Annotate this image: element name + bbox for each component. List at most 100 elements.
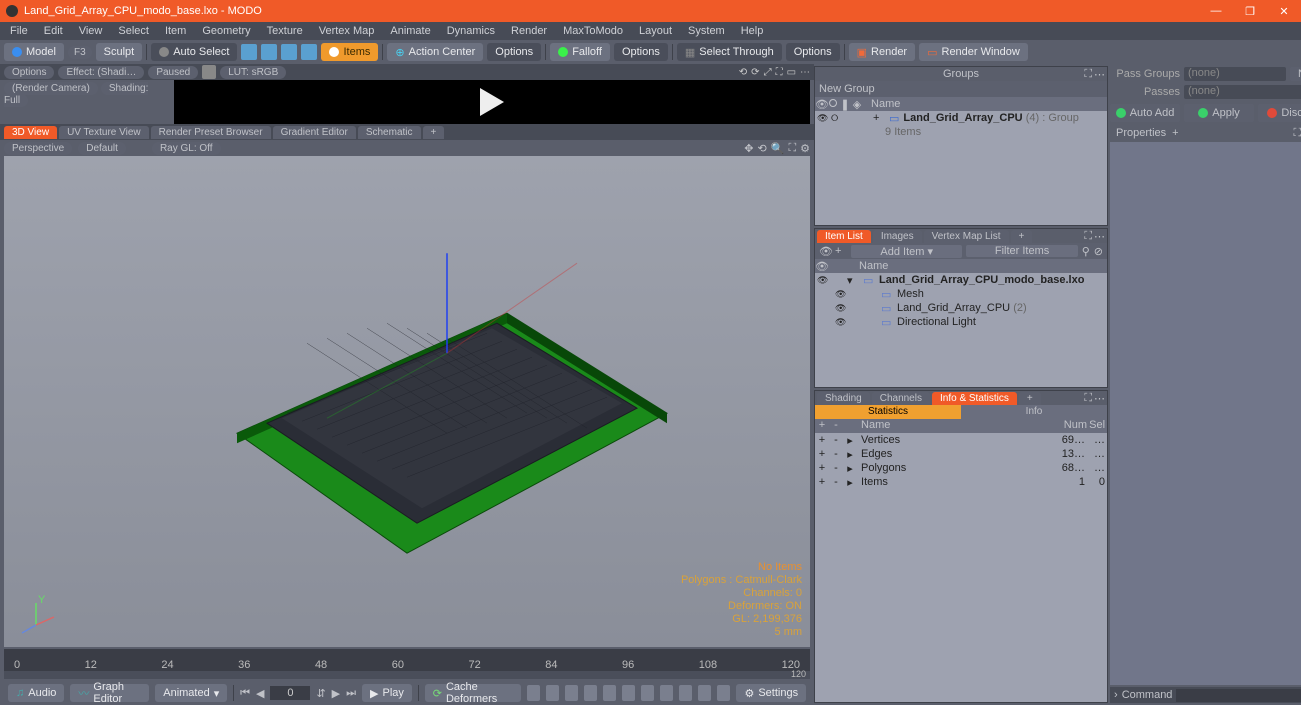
menu-file[interactable]: File	[4, 25, 34, 37]
vp-rotate-icon[interactable]: ⟲	[758, 142, 767, 155]
panel-menu-icon[interactable]: ⋯	[1094, 230, 1105, 243]
render-window-button[interactable]: ▭Render Window	[919, 43, 1028, 61]
stat-row[interactable]: +-▸Vertices69……	[815, 433, 1107, 447]
tool-icon-9[interactable]	[679, 685, 692, 701]
minimize-button[interactable]: —	[1205, 5, 1227, 18]
vp-tab-schematic[interactable]: Schematic	[358, 126, 421, 139]
vp-tab-3d-view[interactable]: 3D View	[4, 126, 57, 139]
tool-icon-2[interactable]	[546, 685, 559, 701]
preview-lut-dropdown[interactable]: LUT: sRGB	[220, 66, 286, 79]
panel-expand-icon[interactable]: ⛶	[1084, 68, 1092, 81]
vp-tab-gradient-editor[interactable]: Gradient Editor	[273, 126, 356, 139]
info-tab-1[interactable]: Channels	[872, 392, 930, 405]
menu-edit[interactable]: Edit	[38, 25, 69, 37]
group-child-row[interactable]: 9 Items	[815, 125, 1107, 139]
current-frame-field[interactable]	[270, 686, 310, 700]
menu-animate[interactable]: Animate	[384, 25, 436, 37]
preview-options-button[interactable]: Options	[4, 66, 54, 79]
tool-icon-7[interactable]	[641, 685, 654, 701]
stat-row[interactable]: +-▸Polygons68……	[815, 461, 1107, 475]
tool-icon-10[interactable]	[698, 685, 711, 701]
tool-icon-1[interactable]	[527, 685, 540, 701]
menu-render[interactable]: Render	[505, 25, 553, 37]
menu-view[interactable]: View	[73, 25, 109, 37]
preview-fit-icon[interactable]: ⤢	[764, 67, 772, 78]
vp-gear-icon[interactable]: ⚙	[800, 142, 810, 155]
info-tab-0[interactable]: Shading	[817, 392, 870, 405]
props-expand-icon[interactable]: ⛶	[1293, 127, 1301, 140]
panel-menu-icon[interactable]: ⋯	[1094, 68, 1105, 81]
vp-move-icon[interactable]: ✥	[744, 142, 753, 155]
items-mode-button[interactable]: Items	[321, 43, 378, 61]
model-mode-button[interactable]: Model	[4, 43, 64, 61]
polygon-mode-icon[interactable]	[281, 44, 297, 60]
new-group-button[interactable]: New Group	[819, 83, 875, 95]
graph-editor-button[interactable]: 〰Graph Editor	[70, 684, 149, 702]
filter-icon[interactable]: ⚲	[1082, 245, 1090, 258]
go-start-icon[interactable]: ⏮	[240, 687, 250, 700]
preview-expand-icon[interactable]: ⛶	[776, 67, 783, 78]
menu-geometry[interactable]: Geometry	[196, 25, 256, 37]
stat-row[interactable]: +-▸Items10	[815, 475, 1107, 489]
discard-button[interactable]: Discard	[1258, 104, 1301, 122]
item-add-icon[interactable]: +	[835, 245, 847, 257]
tool-icon-6[interactable]	[622, 685, 635, 701]
menu-vertex-map[interactable]: Vertex Map	[313, 25, 381, 37]
options-button-3[interactable]: Options	[786, 43, 840, 61]
preview-refresh-icon[interactable]: ⟳	[751, 67, 759, 78]
panel-menu-icon[interactable]: ⋯	[1094, 392, 1105, 405]
tool-icon-11[interactable]	[717, 685, 730, 701]
tool-icon-4[interactable]	[584, 685, 597, 701]
auto-add-button[interactable]: Auto Add	[1110, 104, 1180, 122]
preview-paused-button[interactable]: Paused	[148, 66, 198, 79]
settings-button[interactable]: ⚙ Settings	[736, 684, 806, 702]
maximize-button[interactable]: ❐	[1239, 5, 1261, 18]
itemlist-tab-3[interactable]: +	[1011, 230, 1033, 243]
edge-mode-icon[interactable]	[261, 44, 277, 60]
add-item-dropdown[interactable]: Add Item ▾	[851, 245, 962, 258]
select-through-button[interactable]: ▦Select Through	[677, 43, 782, 61]
lock-col-icon[interactable]: ⭘	[827, 98, 839, 111]
close-button[interactable]: ✕	[1273, 5, 1295, 18]
play-button[interactable]: ▶ Play	[362, 684, 412, 702]
vis-col-icon[interactable]: 👁	[815, 98, 827, 111]
item-row[interactable]: 👁▭Directional Light	[815, 315, 1107, 329]
itemlist-tab-0[interactable]: Item List	[817, 230, 871, 243]
pass-groups-new-button[interactable]: New	[1290, 67, 1301, 81]
vp-zoom-icon[interactable]: 🔍	[771, 142, 785, 155]
cache-deformers-button[interactable]: ⟳Cache Deformers	[425, 684, 522, 702]
vp-tab-+[interactable]: +	[423, 126, 445, 139]
preview-effect-dropdown[interactable]: Effect: (Shadi…	[58, 66, 144, 79]
options-button-1[interactable]: Options	[487, 43, 541, 61]
axis-gizmo[interactable]: Y	[16, 595, 56, 635]
vp-tab-render-preset-browser[interactable]: Render Preset Browser	[151, 126, 271, 139]
sculpt-mode-button[interactable]: Sculpt	[96, 43, 143, 61]
menu-help[interactable]: Help	[735, 25, 770, 37]
viewport-shading-dropdown[interactable]: Default	[78, 142, 126, 155]
tool-icon-3[interactable]	[565, 685, 578, 701]
next-key-icon[interactable]: ▶	[332, 687, 340, 700]
command-input[interactable]	[1176, 689, 1301, 702]
material-mode-icon[interactable]	[301, 44, 317, 60]
preview-viewport[interactable]	[174, 80, 810, 124]
viewport-raygl-dropdown[interactable]: Ray GL: Off	[152, 142, 221, 155]
falloff-button[interactable]: Falloff	[550, 43, 610, 61]
panel-expand-icon[interactable]: ⛶	[1084, 230, 1092, 243]
vp-max-icon[interactable]: ⛶	[788, 142, 796, 155]
tool-icon-8[interactable]	[660, 685, 673, 701]
command-chevron-icon[interactable]: ›	[1114, 689, 1118, 701]
item-vis-toggle[interactable]: 👁	[819, 245, 831, 258]
menu-layout[interactable]: Layout	[633, 25, 678, 37]
filter-items-field[interactable]: Filter Items	[966, 245, 1077, 257]
preview-max-icon[interactable]: ▭	[787, 67, 796, 78]
info-tab-2[interactable]: Info & Statistics	[932, 392, 1017, 405]
passes-dropdown[interactable]: (none)	[1184, 85, 1301, 99]
menu-dynamics[interactable]: Dynamics	[441, 25, 501, 37]
item-row[interactable]: 👁▭Land_Grid_Array_CPU (2)	[815, 301, 1107, 315]
tool-icon-5[interactable]	[603, 685, 616, 701]
itemlist-tab-1[interactable]: Images	[873, 230, 922, 243]
viewport-projection-dropdown[interactable]: Perspective	[4, 142, 72, 155]
solo-col-icon[interactable]: ❚	[839, 98, 851, 111]
info-tab-3[interactable]: +	[1019, 392, 1041, 405]
itemlist-tab-2[interactable]: Vertex Map List	[924, 230, 1009, 243]
